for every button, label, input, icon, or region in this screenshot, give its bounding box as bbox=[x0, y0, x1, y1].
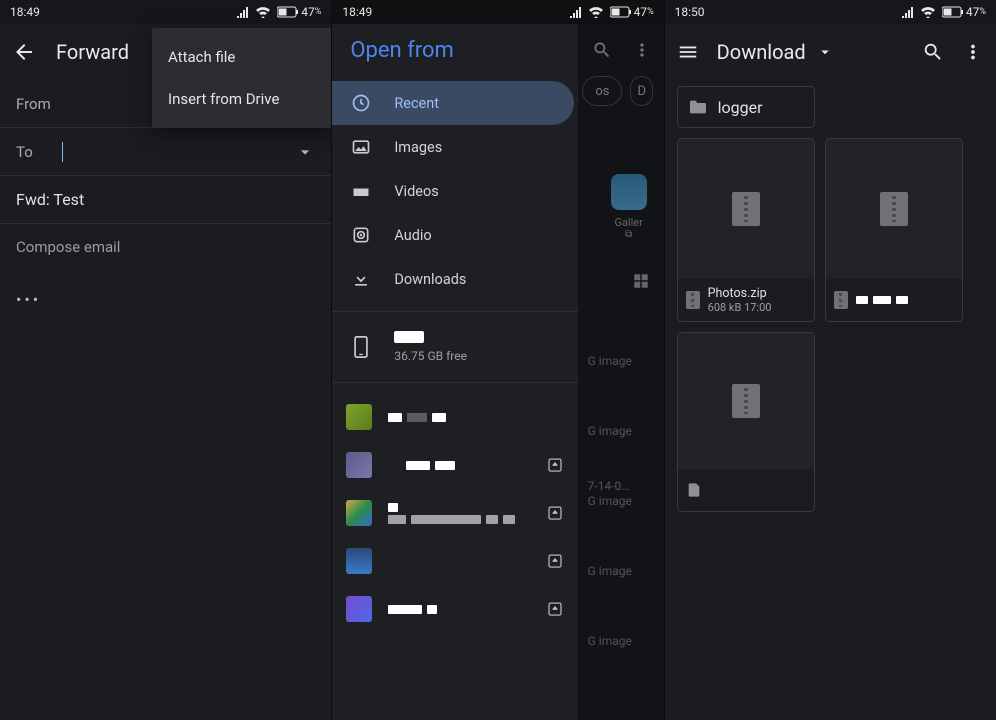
appbar: Download bbox=[665, 24, 996, 80]
folder-tile[interactable]: logger bbox=[677, 86, 815, 128]
menu-attach-file[interactable]: Attach file bbox=[152, 36, 332, 78]
zip-icon bbox=[686, 291, 700, 309]
file-icon bbox=[686, 482, 702, 498]
chip[interactable]: os bbox=[582, 76, 622, 106]
audio-icon bbox=[350, 224, 372, 246]
drawer-item-label: Recent bbox=[394, 95, 439, 112]
status-time: 18:49 bbox=[342, 5, 372, 19]
file-row-partial: 7-14-0… bbox=[588, 479, 660, 493]
open-from-drawer: Open from Recent Images Videos bbox=[332, 24, 578, 720]
menu-insert-drive[interactable]: Insert from Drive bbox=[152, 78, 332, 120]
zip-icon bbox=[834, 291, 848, 309]
drawer-title: Open from bbox=[332, 24, 578, 81]
status-time: 18:49 bbox=[10, 5, 40, 19]
drawer-item-label: Downloads bbox=[394, 271, 466, 288]
drawer-account[interactable] bbox=[332, 393, 578, 441]
drawer-account[interactable] bbox=[332, 441, 578, 489]
file-name: Photos.zip bbox=[708, 286, 772, 301]
folder-name: logger bbox=[718, 98, 763, 117]
wifi-icon bbox=[255, 6, 271, 18]
app-tile[interactable]: Galler ⧉ bbox=[606, 174, 652, 240]
phone-icon bbox=[350, 336, 372, 358]
signal-icon bbox=[901, 6, 915, 18]
battery-icon: 47% bbox=[610, 5, 654, 19]
to-value[interactable] bbox=[62, 141, 295, 161]
signal-icon bbox=[236, 6, 250, 18]
chip[interactable]: D bbox=[630, 76, 653, 106]
file-row-partial: G image bbox=[588, 424, 660, 438]
file-row-partial: G image bbox=[588, 354, 660, 368]
signal-icon bbox=[569, 6, 583, 18]
clock-icon bbox=[350, 92, 372, 114]
drawer-item-recent[interactable]: Recent bbox=[332, 81, 574, 125]
to-row[interactable]: To bbox=[0, 128, 331, 176]
status-bar: 18:50 47% bbox=[665, 0, 996, 24]
file-meta: 608 kB 17:00 bbox=[708, 301, 772, 314]
file-tile[interactable]: Photos.zip 608 kB 17:00 bbox=[677, 138, 815, 322]
drawer-item-label: Audio bbox=[394, 227, 431, 244]
to-label: To bbox=[16, 143, 62, 161]
drawer-item-label: Images bbox=[394, 139, 442, 156]
drawer-account[interactable] bbox=[332, 489, 578, 537]
file-row-partial: G image bbox=[588, 494, 660, 508]
folder-title[interactable]: Download bbox=[717, 40, 834, 64]
chevron-down-icon bbox=[816, 43, 834, 61]
download-icon bbox=[350, 268, 372, 290]
redacted bbox=[394, 331, 424, 343]
battery-icon: 47% bbox=[277, 5, 321, 19]
file-tile[interactable] bbox=[677, 332, 815, 512]
folder-icon bbox=[688, 99, 708, 115]
redacted bbox=[856, 296, 908, 304]
drawer-item-device[interactable]: 36.75 GB free bbox=[332, 322, 578, 372]
zip-icon bbox=[880, 192, 908, 226]
drawer-item-downloads[interactable]: Downloads bbox=[332, 257, 578, 301]
image-icon bbox=[350, 136, 372, 158]
file-row-partial: G image bbox=[588, 634, 660, 648]
status-bar: 18:49 47% bbox=[0, 0, 331, 24]
chevron-down-icon[interactable] bbox=[295, 142, 315, 162]
quoted-toggle[interactable]: ••• bbox=[0, 270, 331, 329]
search-icon[interactable] bbox=[592, 40, 612, 60]
video-icon bbox=[350, 180, 372, 202]
subject-field[interactable]: Fwd: Test bbox=[0, 176, 331, 224]
drawer-item-images[interactable]: Images bbox=[332, 125, 578, 169]
eject-icon[interactable] bbox=[546, 504, 564, 522]
more-icon[interactable] bbox=[632, 40, 652, 60]
grid-view-icon[interactable] bbox=[632, 272, 650, 290]
appbar-title: Forward bbox=[56, 40, 129, 64]
eject-icon[interactable] bbox=[546, 552, 564, 570]
compose-body[interactable]: Compose email bbox=[0, 224, 331, 270]
drawer-account[interactable] bbox=[332, 585, 578, 633]
eject-icon[interactable] bbox=[546, 600, 564, 618]
file-row-partial: G image bbox=[588, 564, 660, 578]
from-label: From bbox=[16, 95, 62, 113]
wifi-icon bbox=[920, 6, 936, 18]
drawer-item-label: Videos bbox=[394, 183, 438, 200]
drawer-item-audio[interactable]: Audio bbox=[332, 213, 578, 257]
back-icon[interactable] bbox=[12, 40, 36, 64]
file-tile[interactable] bbox=[825, 138, 963, 322]
wifi-icon bbox=[588, 6, 604, 18]
more-icon[interactable] bbox=[962, 41, 984, 63]
device-free: 36.75 GB free bbox=[394, 349, 467, 363]
zip-icon bbox=[732, 192, 760, 226]
attach-menu: Attach file Insert from Drive bbox=[152, 28, 332, 128]
status-time: 18:50 bbox=[675, 5, 705, 19]
drawer-account[interactable] bbox=[332, 537, 578, 585]
search-icon[interactable] bbox=[922, 41, 944, 63]
eject-icon[interactable] bbox=[546, 456, 564, 474]
status-bar: 18:49 47% bbox=[332, 0, 663, 24]
menu-icon[interactable] bbox=[677, 41, 699, 63]
zip-icon bbox=[732, 384, 760, 418]
battery-icon: 47% bbox=[942, 5, 986, 19]
drawer-item-videos[interactable]: Videos bbox=[332, 169, 578, 213]
